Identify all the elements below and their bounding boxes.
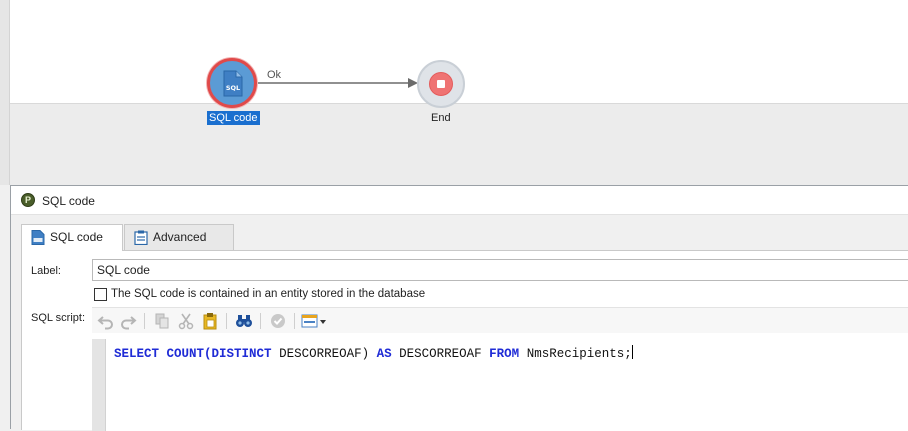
cut-icon[interactable]	[176, 311, 196, 331]
redo-icon[interactable]	[118, 311, 138, 331]
keyword-select: SELECT	[114, 347, 160, 361]
sql-file-icon	[31, 230, 45, 245]
clipboard-icon	[134, 230, 148, 245]
sql-code-activity-node[interactable]: SQL	[207, 58, 257, 108]
tab-label: Advanced	[153, 230, 207, 244]
find-binoculars-icon[interactable]	[234, 311, 254, 331]
sql-code-dialog: P SQL code SQL code Advanced Label: The	[10, 185, 908, 431]
copy-icon[interactable]	[152, 311, 172, 331]
sql-table: NmsRecipients;	[526, 347, 632, 361]
sql-alias: DESCORREOAF	[399, 347, 482, 361]
app-logo-icon: P	[21, 193, 35, 207]
entity-stored-checkbox[interactable]	[94, 288, 107, 301]
tab-sql-code[interactable]: SQL code	[21, 224, 123, 251]
end-node-label: End	[431, 112, 451, 124]
script-editor-toolbar	[92, 307, 908, 333]
sql-code-tab-panel: Label: The SQL code is contained in an e…	[21, 250, 908, 431]
paste-icon[interactable]	[200, 311, 220, 331]
sql-script-caption: SQL script:	[31, 312, 85, 324]
label-caption: Label:	[31, 265, 61, 277]
toolbar-separator	[294, 313, 295, 329]
dialog-titlebar[interactable]: P SQL code	[11, 186, 908, 215]
sql-code-line[interactable]: SELECT COUNT(DISTINCT DESCORREOAF) AS DE…	[114, 345, 633, 361]
transition-label: Ok	[267, 69, 282, 81]
label-input[interactable]	[92, 259, 908, 281]
stop-icon	[429, 72, 453, 96]
sql-file-icon: SQL	[223, 70, 243, 97]
editor-gutter	[92, 339, 106, 431]
insert-field-icon[interactable]	[300, 311, 330, 331]
dialog-title: SQL code	[42, 194, 95, 208]
toolbar-separator	[226, 313, 227, 329]
toolbar-separator	[260, 313, 261, 329]
keyword-from: FROM	[489, 347, 520, 361]
workflow-canvas[interactable]: Ok SQL SQL code End	[0, 0, 908, 185]
sql-field: DESCORREOAF)	[279, 347, 370, 361]
sql-script-editor[interactable]: SELECT COUNT(DISTINCT DESCORREOAF) AS DE…	[92, 339, 908, 431]
entity-stored-checkbox-label[interactable]: The SQL code is contained in an entity s…	[111, 288, 425, 300]
validate-check-icon[interactable]	[268, 311, 288, 331]
toolbar-separator	[144, 313, 145, 329]
undo-icon[interactable]	[96, 311, 116, 331]
text-caret	[631, 345, 633, 359]
svg-text:SQL: SQL	[226, 84, 240, 92]
keyword-as: AS	[376, 347, 392, 361]
keyword-count-distinct: COUNT(DISTINCT	[166, 347, 272, 361]
tab-advanced[interactable]: Advanced	[124, 224, 234, 250]
tab-label: SQL code	[50, 230, 103, 244]
end-activity-node[interactable]	[417, 60, 465, 108]
sql-node-label[interactable]: SQL code	[207, 111, 260, 125]
